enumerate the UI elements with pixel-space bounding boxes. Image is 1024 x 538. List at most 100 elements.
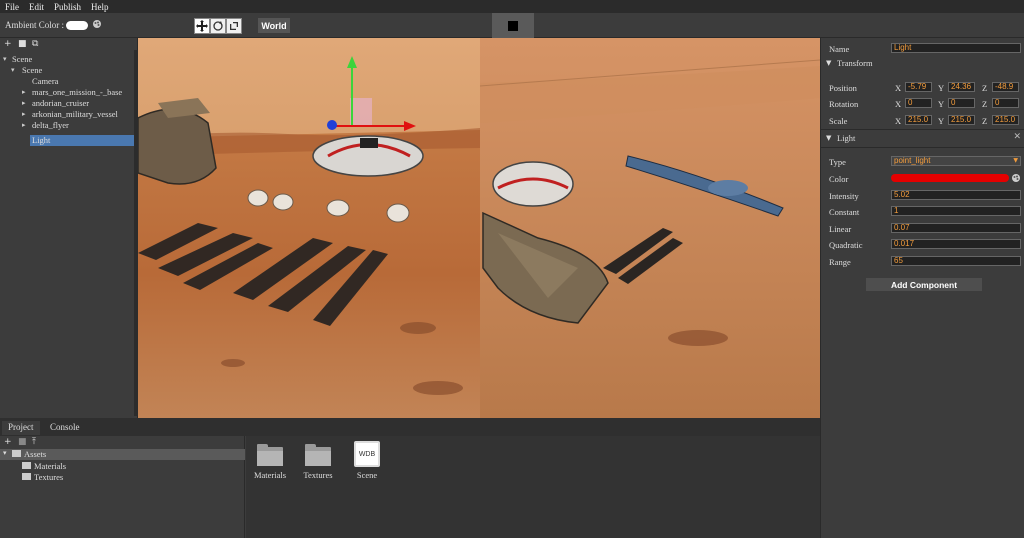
color-picker-icon[interactable] [92, 19, 102, 29]
chevron-down-icon[interactable]: ▾ [3, 449, 7, 457]
axis-z-label: Z [982, 99, 988, 109]
duplicate-icon[interactable]: ⧉ [32, 40, 40, 49]
tree-item-label: Scene [12, 54, 33, 64]
tree-item-label: andorian_cruiser [32, 98, 90, 108]
transform-section-header[interactable]: ▼ Transform [821, 57, 1024, 71]
upload-icon[interactable]: ⤒ [32, 438, 40, 447]
move-tool-button[interactable] [194, 18, 210, 34]
constant-label: Constant [829, 207, 860, 217]
rotation-z-field[interactable]: 0 [992, 98, 1019, 108]
hierarchy-toolbar: + ■ ⧉ [0, 38, 138, 50]
file-scene[interactable]: WDB Scene [347, 441, 387, 480]
tree-item-delta-flyer[interactable]: ▸ delta_flyer [0, 120, 136, 131]
linear-field[interactable]: 0.07 [891, 223, 1021, 233]
chevron-right-icon[interactable]: ▸ [22, 121, 26, 129]
tree-item-label: Camera [32, 76, 59, 86]
range-label: Range [829, 257, 851, 267]
rotate-tool-button[interactable] [210, 18, 226, 34]
menu-publish[interactable]: Publish [54, 2, 81, 12]
menu-help[interactable]: Help [91, 2, 109, 12]
delete-icon[interactable]: ■ [18, 438, 27, 447]
range-field[interactable]: 65 [891, 256, 1021, 266]
tab-console[interactable]: Console [44, 421, 86, 435]
tree-item-light[interactable]: Light [30, 135, 134, 146]
scale-y-field[interactable]: 215.0 [948, 115, 975, 125]
chevron-right-icon[interactable]: ▸ [22, 110, 26, 118]
name-field[interactable]: Light [891, 43, 1021, 53]
assets-item-textures[interactable]: Textures [0, 472, 245, 483]
assets-item-label: Textures [34, 472, 64, 482]
add-icon[interactable]: + [4, 40, 12, 49]
file-materials-folder[interactable]: Materials [250, 444, 290, 480]
folder-icon [22, 473, 31, 480]
color-picker-icon[interactable] [1011, 173, 1021, 183]
axis-y-label: Y [938, 99, 945, 109]
tree-item-camera[interactable]: Camera [0, 76, 136, 87]
menu-file[interactable]: File [5, 2, 19, 12]
intensity-label: Intensity [829, 191, 859, 201]
tree-item-andorian-cruiser[interactable]: ▸ andorian_cruiser [0, 98, 136, 109]
intensity-field[interactable]: 5.02 [891, 190, 1021, 200]
menu-edit[interactable]: Edit [29, 2, 44, 12]
chevron-down-icon[interactable]: ▾ [3, 55, 7, 63]
tree-item-mars-base[interactable]: ▸ mars_one_mission_-_base [0, 87, 136, 98]
chevron-down-icon: ▼ [826, 134, 832, 142]
axis-y-label: Y [938, 116, 945, 126]
scale-z-field[interactable]: 215.0 [992, 115, 1019, 125]
chevron-down-icon: ▼ [826, 59, 832, 67]
tree-item-scene-root[interactable]: ▾ Scene [0, 54, 136, 65]
add-component-button[interactable]: Add Component [866, 278, 982, 291]
light-section-header[interactable]: ▼ Light ✕ [821, 132, 1024, 146]
rotation-y-field[interactable]: 0 [948, 98, 975, 108]
divider [821, 147, 1024, 148]
divider [821, 129, 1024, 130]
tree-item-scene[interactable]: ▾ Scene [0, 65, 136, 76]
position-z-field[interactable]: -48.9 [992, 82, 1019, 92]
tab-project[interactable]: Project [2, 421, 40, 435]
position-label: Position [829, 83, 857, 93]
file-textures-folder[interactable]: Textures [298, 444, 338, 480]
close-icon[interactable]: ✕ [1013, 132, 1021, 142]
tree-item-label: mars_one_mission_-_base [32, 87, 123, 97]
tree-item-arkonian-vessel[interactable]: ▸ arkonian_military_vessel [0, 109, 136, 120]
folder-icon [305, 444, 331, 466]
light-color-swatch[interactable] [891, 174, 1009, 182]
tree-item-label: arkonian_military_vessel [32, 109, 118, 119]
light-type-select[interactable]: point_light ▼ [891, 156, 1021, 166]
menu-bar: File Edit Publish Help [0, 0, 1024, 13]
ambient-color-swatch[interactable] [66, 21, 88, 30]
scale-x-field[interactable]: 215.0 [905, 115, 932, 125]
assets-toolbar: + ■ ⤒ [4, 438, 40, 447]
folder-icon [12, 450, 21, 457]
scene-viewport[interactable] [138, 38, 820, 418]
axis-x-label: X [895, 99, 902, 109]
axis-z-label: Z [982, 83, 988, 93]
constant-field[interactable]: 1 [891, 206, 1021, 216]
quadratic-field[interactable]: 0.017 [891, 239, 1021, 249]
scale-tool-button[interactable] [226, 18, 242, 34]
chevron-right-icon[interactable]: ▸ [22, 99, 26, 107]
rotation-x-field[interactable]: 0 [905, 98, 932, 108]
stop-icon[interactable] [508, 20, 518, 31]
wdb-file-icon: WDB [354, 441, 380, 467]
assets-root-item[interactable]: ▾ Assets [0, 449, 245, 460]
coordinate-space-button[interactable]: World [258, 18, 290, 33]
folder-icon [22, 462, 31, 469]
axis-x-label: X [895, 83, 902, 93]
axis-z-label: Z [982, 116, 988, 126]
tree-item-label: Light [32, 135, 51, 145]
chevron-down-icon[interactable]: ▾ [11, 66, 15, 74]
position-y-field[interactable]: 24.36 [948, 82, 975, 92]
asset-files-panel: Materials Textures WDB Scene [246, 436, 820, 538]
delete-icon[interactable]: ■ [18, 40, 27, 49]
assets-root-label: Assets [24, 449, 47, 459]
chevron-right-icon[interactable]: ▸ [22, 88, 26, 96]
assets-item-materials[interactable]: Materials [0, 461, 245, 472]
position-x-field[interactable]: -5.79 [905, 82, 932, 92]
rotation-label: Rotation [829, 99, 859, 109]
axis-x-label: X [895, 116, 902, 126]
move-icon [196, 20, 208, 32]
file-label: Materials [253, 470, 287, 480]
quadratic-label: Quadratic [829, 240, 863, 250]
add-icon[interactable]: + [4, 438, 12, 447]
